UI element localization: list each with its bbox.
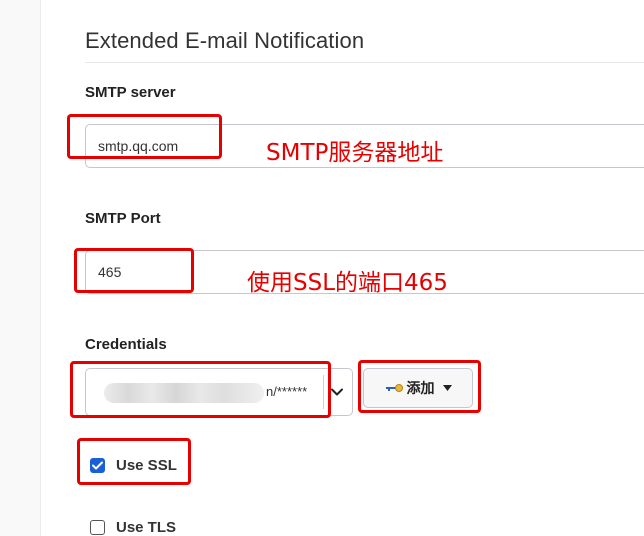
use-ssl-checkbox[interactable] — [90, 458, 105, 473]
use-ssl-row[interactable]: Use SSL — [90, 457, 177, 474]
caret-down-icon — [442, 385, 452, 391]
smtp-port-value: 465 — [98, 264, 122, 280]
credentials-redacted-text — [104, 383, 264, 403]
credentials-select[interactable]: n/****** — [85, 368, 353, 416]
smtp-server-label: SMTP server — [85, 84, 176, 101]
credentials-selected-value: n/****** — [266, 384, 308, 399]
section-title: Extended E-mail Notification — [85, 28, 365, 53]
smtp-server-annotation: SMTP服务器地址 — [266, 140, 444, 166]
add-button-label: 添加 — [406, 381, 435, 397]
smtp-port-label: SMTP Port — [85, 210, 161, 227]
use-ssl-label: Use SSL — [116, 457, 177, 474]
use-tls-row[interactable]: Use TLS — [90, 519, 176, 536]
left-gutter — [0, 0, 41, 536]
use-tls-label: Use TLS — [116, 519, 177, 536]
use-tls-checkbox[interactable] — [90, 520, 105, 535]
section-divider — [85, 62, 644, 63]
credentials-label: Credentials — [85, 336, 167, 353]
key-icon — [385, 383, 403, 393]
smtp-server-value: smtp.qq.com — [98, 138, 179, 154]
jenkins-config-page: Extended E-mail Notification SMTP server… — [0, 0, 644, 536]
add-credentials-button[interactable]: 添加 — [363, 368, 473, 408]
chevron-down-icon[interactable] — [326, 381, 348, 403]
credentials-select-divider — [323, 375, 324, 409]
smtp-port-annotation: 使用SSL的端口465 — [247, 270, 448, 296]
